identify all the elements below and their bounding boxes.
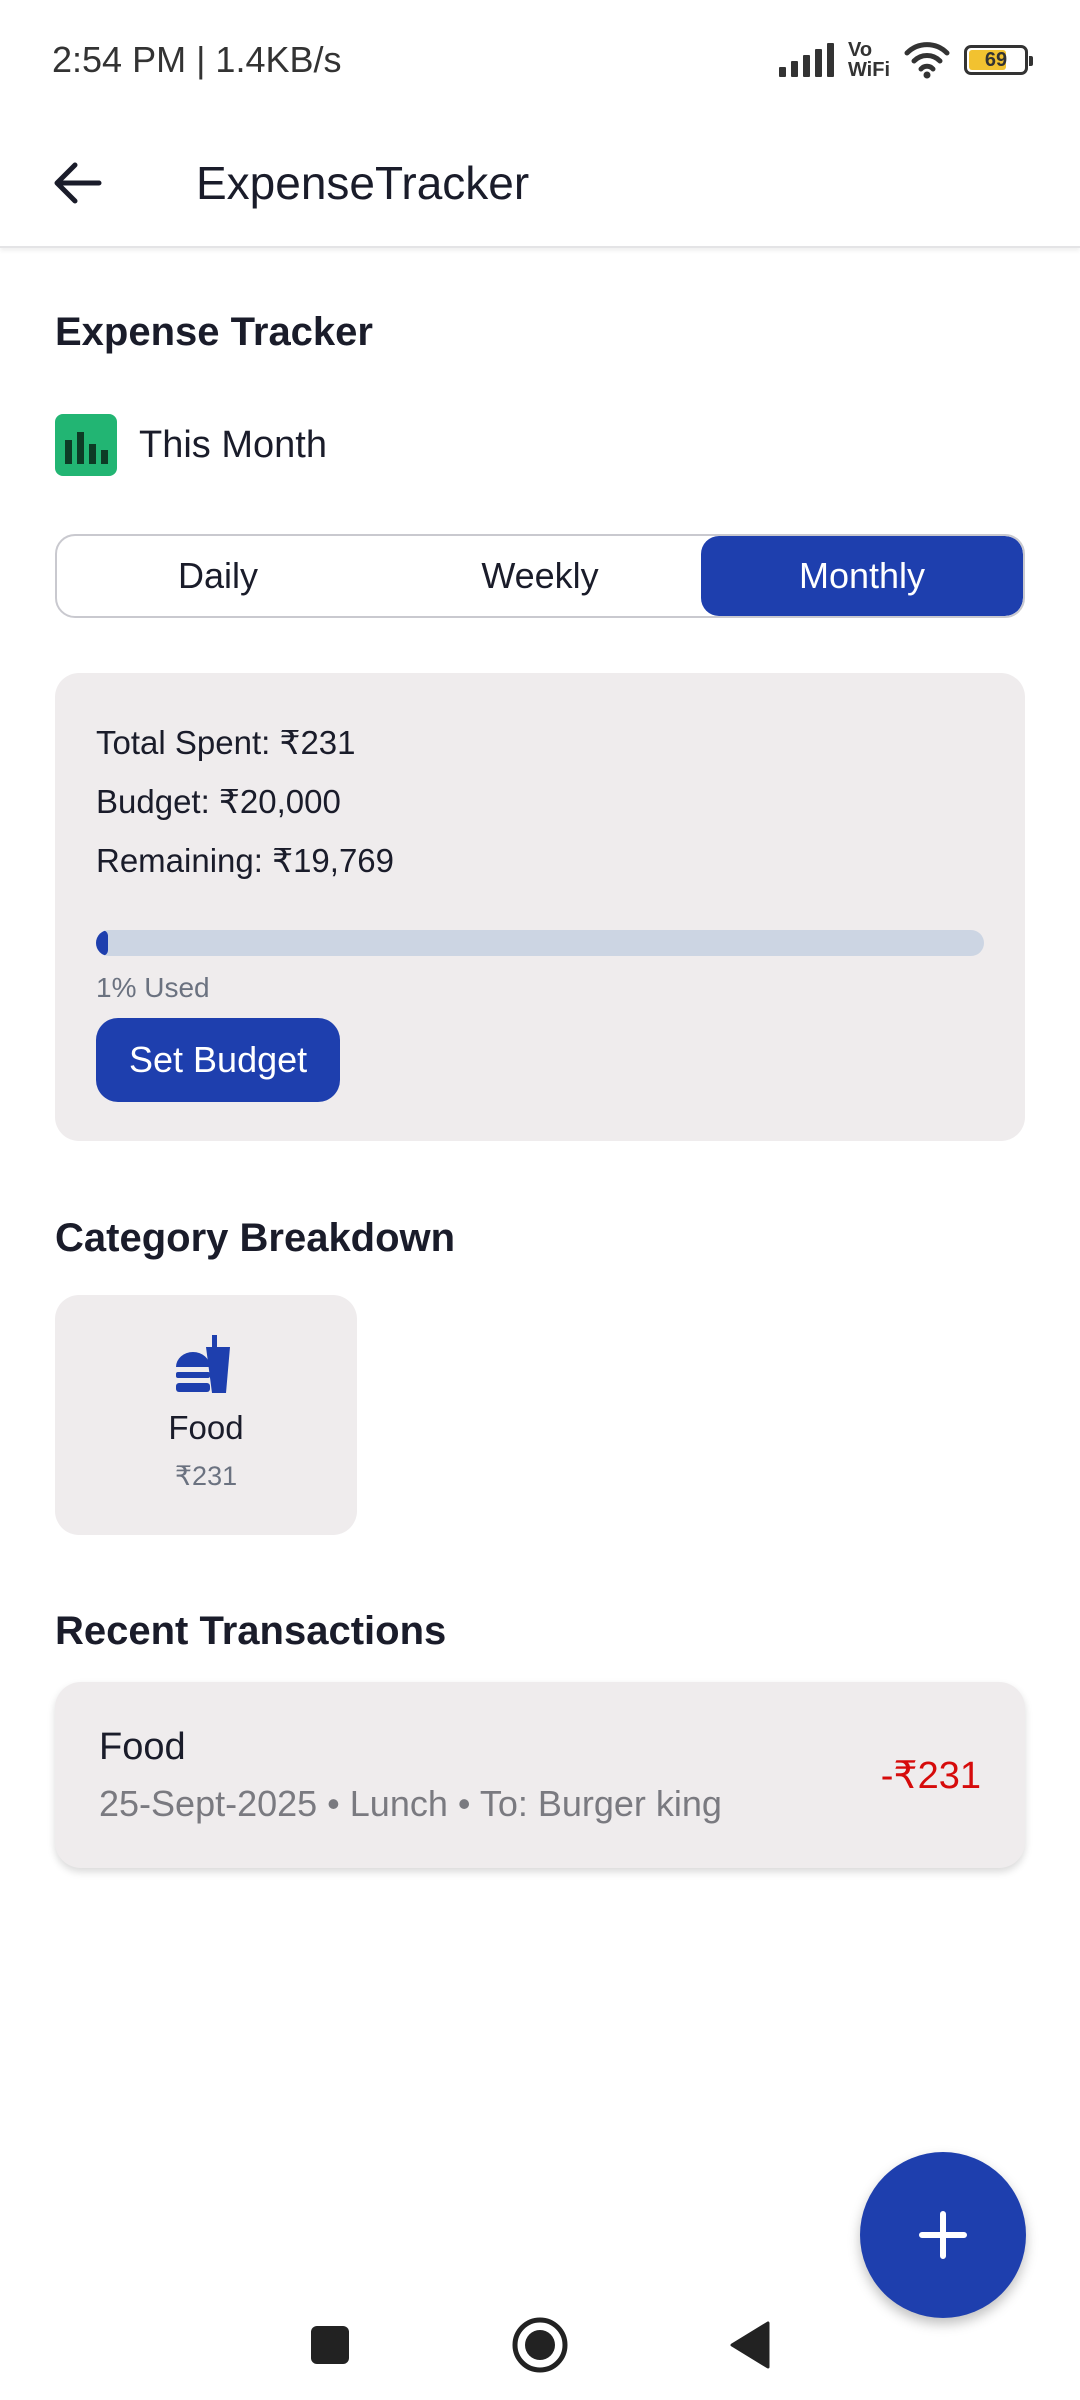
- app-title: ExpenseTracker: [196, 157, 530, 209]
- wifi-icon: [904, 42, 950, 79]
- bar-chart-icon: [55, 414, 117, 476]
- total-spent: Total Spent: ₹231: [96, 724, 356, 761]
- budget-amount: Budget: ₹20,000: [96, 783, 341, 820]
- vowifi-top-label: Vo: [847, 39, 873, 61]
- back-nav-button[interactable]: [720, 2315, 780, 2375]
- recent-transactions-title: Recent Transactions: [55, 1609, 447, 1653]
- category-card-food[interactable]: Food ₹231: [55, 1295, 357, 1535]
- battery-icon: 69: [964, 45, 1033, 75]
- page-title: Expense Tracker: [55, 310, 373, 354]
- back-button[interactable]: [50, 155, 106, 211]
- home-button[interactable]: [510, 2315, 570, 2375]
- budget-progress-bar: [96, 930, 984, 956]
- category-breakdown-title: Category Breakdown: [55, 1216, 456, 1260]
- square-icon: [311, 2326, 349, 2364]
- arrow-left-icon: [54, 162, 102, 204]
- transaction-details: Food 25-Sept-2025 • Lunch • To: Burger k…: [99, 1726, 722, 1825]
- tab-weekly[interactable]: Weekly: [379, 536, 701, 616]
- period-indicator: This Month: [55, 414, 327, 476]
- transaction-meta: 25-Sept-2025 • Lunch • To: Burger king: [99, 1782, 722, 1824]
- category-amount: ₹231: [174, 1461, 238, 1491]
- status-bar: 2:54 PM | 1.4KB/s Vo WiFi 69: [0, 0, 1080, 120]
- tab-daily[interactable]: Daily: [57, 536, 379, 616]
- budget-progress-fill: [96, 930, 108, 956]
- app-bar: ExpenseTracker: [0, 120, 1080, 248]
- vowifi-icon: Vo WiFi: [848, 40, 890, 80]
- recents-button[interactable]: [300, 2315, 360, 2375]
- battery-level: 69: [984, 48, 1008, 71]
- budget-used-label: 1% Used: [96, 972, 210, 1003]
- vowifi-bottom-label: WiFi: [847, 59, 890, 81]
- home-circle-icon: [512, 2317, 568, 2373]
- fastfood-icon: [176, 1335, 230, 1393]
- period-label: This Month: [139, 423, 327, 466]
- cellular-signal-icon: [778, 43, 834, 77]
- system-nav-bar: [0, 2290, 1080, 2400]
- transaction-amount: -₹231: [880, 1754, 981, 1797]
- period-tabs: Daily Weekly Monthly: [55, 534, 1025, 618]
- category-name: Food: [168, 1409, 244, 1446]
- transaction-item[interactable]: Food 25-Sept-2025 • Lunch • To: Burger k…: [55, 1682, 1025, 1868]
- budget-card: Total Spent: ₹231 Budget: ₹20,000 Remain…: [55, 673, 1025, 1141]
- status-icons: Vo WiFi 69: [778, 40, 1033, 80]
- transaction-title: Food: [99, 1725, 186, 1768]
- tab-monthly[interactable]: Monthly: [701, 536, 1023, 616]
- triangle-back-icon: [730, 2321, 770, 2369]
- plus-icon: [919, 2211, 967, 2259]
- set-budget-button[interactable]: Set Budget: [96, 1018, 341, 1102]
- remaining-amount: Remaining: ₹19,769: [96, 842, 395, 879]
- status-time: 2:54 PM | 1.4KB/s: [52, 39, 342, 80]
